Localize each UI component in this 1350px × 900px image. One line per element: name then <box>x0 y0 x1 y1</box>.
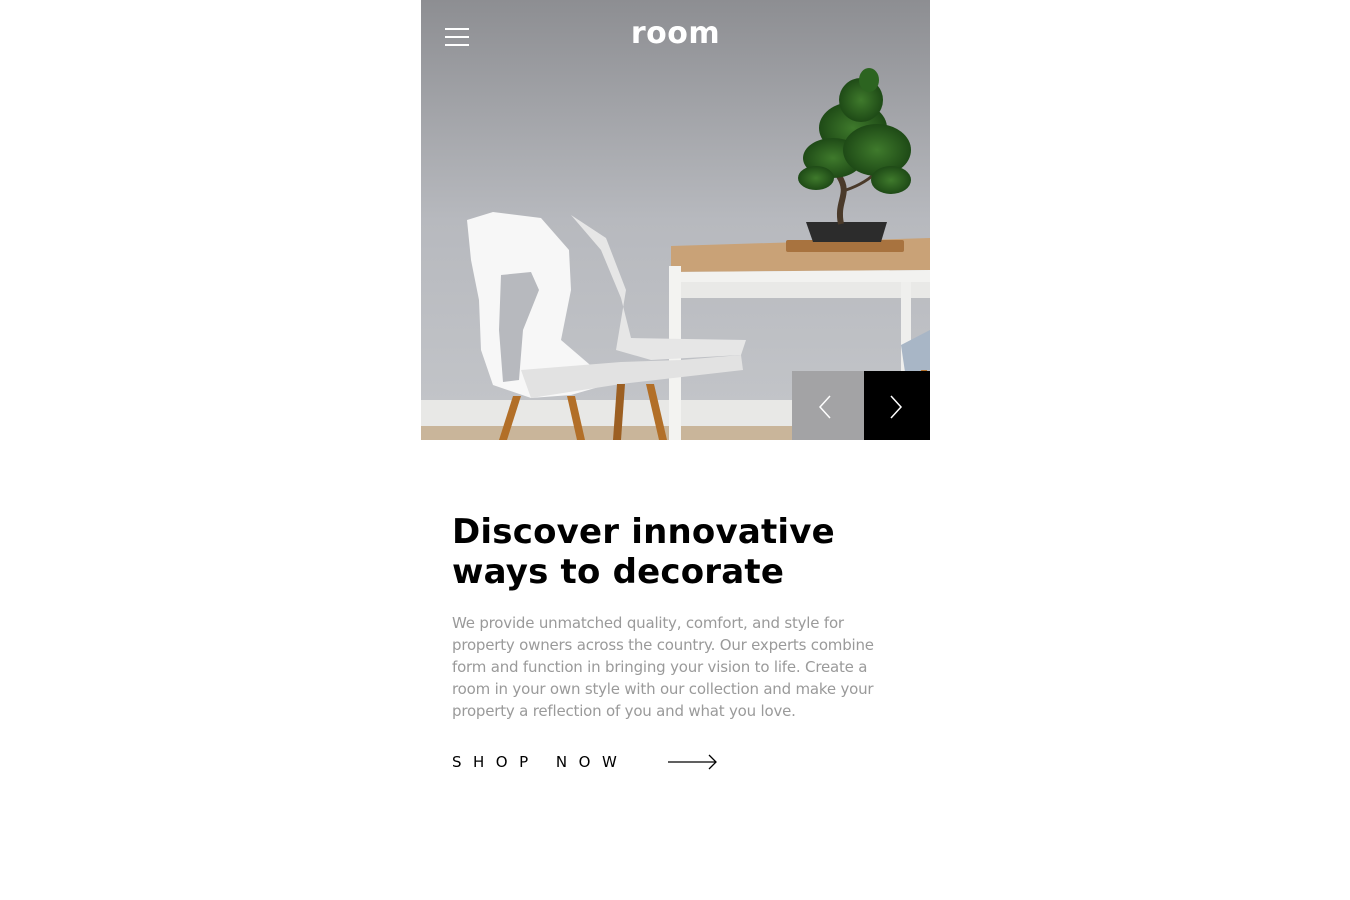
shop-now-label: SHOP NOW <box>452 753 629 771</box>
headline-line-1: Discover innovative <box>452 512 835 552</box>
hero-section: room <box>421 0 930 440</box>
site-logo[interactable]: room <box>421 16 930 51</box>
page-headline: Discover innovative ways to decorate <box>452 512 902 592</box>
chevron-right-icon <box>890 395 903 419</box>
intro-section: Discover innovative ways to decorate We … <box>452 512 902 774</box>
intro-description: We provide unmatched quality, comfort, a… <box>452 614 874 720</box>
chevron-left-icon <box>818 395 831 419</box>
shop-now-link[interactable]: SHOP NOW <box>452 750 752 774</box>
headline-line-2: ways to decorate <box>452 552 785 592</box>
arrow-right-icon <box>668 754 718 770</box>
slider-next-button[interactable] <box>864 371 930 440</box>
page: room Discover innovative ways to decorat… <box>421 0 930 900</box>
slider-previous-button[interactable] <box>792 371 864 440</box>
